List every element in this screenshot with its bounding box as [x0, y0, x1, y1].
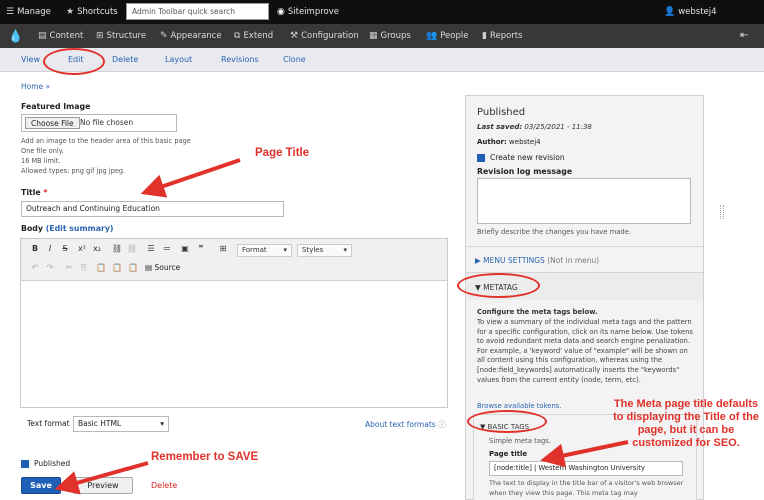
arrow-to-title	[140, 158, 241, 198]
annotation-arrows	[54, 158, 629, 495]
arrow-to-page-title	[540, 440, 629, 468]
arrow-to-save	[54, 461, 149, 495]
